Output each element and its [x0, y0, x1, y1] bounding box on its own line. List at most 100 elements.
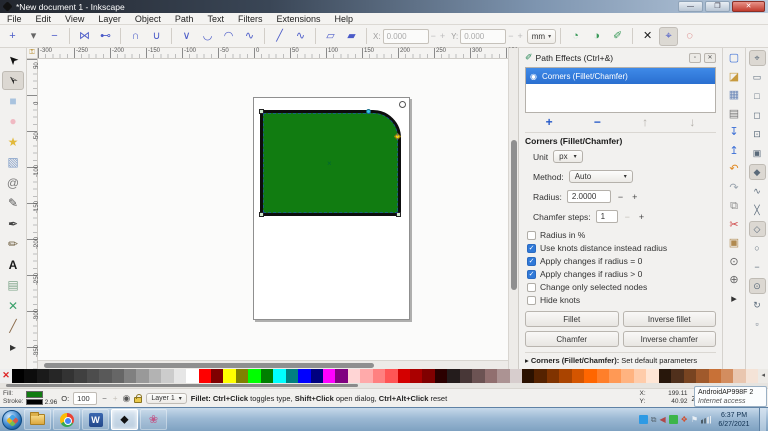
palette-swatch[interactable]: [199, 369, 211, 383]
palette-swatch[interactable]: [12, 369, 24, 383]
palette-swatch[interactable]: [485, 369, 497, 383]
copy-button[interactable]: ⧉: [725, 198, 743, 216]
taskbar-word-button[interactable]: W: [82, 409, 109, 430]
minimize-button[interactable]: —: [678, 1, 703, 12]
join-with-segment-button[interactable]: ∩: [126, 27, 145, 46]
title-bar[interactable]: *New document 1 - Inkscape — ❐ ✕: [0, 0, 768, 13]
break-nodes-button[interactable]: ⊷: [96, 27, 115, 46]
palette-swatch[interactable]: [634, 369, 646, 383]
text-tool-button[interactable]: A: [2, 255, 24, 275]
more-tools-button[interactable]: ▸: [2, 337, 24, 357]
edit-mask-button[interactable]: ◑: [587, 27, 606, 46]
palette-swatch[interactable]: [223, 369, 235, 383]
menu-path[interactable]: Path: [168, 13, 201, 25]
snap-bbox-corners-button[interactable]: ◻: [749, 107, 766, 123]
fillet-start-node[interactable]: [366, 109, 371, 114]
units-select[interactable]: mm ▾: [527, 29, 556, 44]
next-path-effect-parameter-button[interactable]: ✐: [608, 27, 627, 46]
snap-page-border-button[interactable]: ▫: [749, 316, 766, 332]
snap-path-intersections-button[interactable]: ╳: [749, 202, 766, 218]
move-effect-up-button[interactable]: ↑: [642, 115, 648, 129]
cut-button[interactable]: ✂: [725, 217, 743, 235]
pencil-tool-button[interactable]: ✎: [2, 194, 24, 214]
menu-text[interactable]: Text: [200, 13, 231, 25]
start-button[interactable]: [2, 410, 22, 430]
show-desktop-button[interactable]: [759, 408, 766, 431]
ruler-lock-icon[interactable]: ⚿: [27, 48, 38, 59]
filleted-rectangle[interactable]: ×: [260, 110, 401, 216]
palette-swatch[interactable]: [311, 369, 323, 383]
dropper-tool-button[interactable]: ╱: [2, 317, 24, 337]
panel-close-button[interactable]: ✕: [704, 53, 716, 63]
taskbar-explorer-button[interactable]: [24, 409, 51, 430]
horizontal-scrollbar-thumb[interactable]: [44, 363, 374, 368]
palette-swatch[interactable]: [398, 369, 410, 383]
chamfer-minus-button[interactable]: −: [623, 212, 632, 222]
taskbar-clock[interactable]: 6:37 PM 6/27/2021: [713, 411, 755, 429]
unit-select[interactable]: px ▾: [553, 150, 582, 163]
corner-node-top-left[interactable]: [259, 109, 264, 114]
snap-smooth-nodes-button[interactable]: ○: [749, 240, 766, 256]
paste-button[interactable]: ▣: [725, 235, 743, 253]
enable-snapping-button[interactable]: ⌖: [749, 50, 766, 66]
palette-swatch[interactable]: [62, 369, 74, 383]
taskbar-inkscape-button[interactable]: ⬥: [111, 409, 138, 430]
radius-input[interactable]: 2.0000: [567, 190, 611, 203]
palette-swatch[interactable]: [186, 369, 198, 383]
tray-office-icon[interactable]: ❖: [681, 416, 688, 424]
snap-paths-button[interactable]: ∿: [749, 183, 766, 199]
palette-swatch[interactable]: [261, 369, 273, 383]
palette-swatch[interactable]: [335, 369, 347, 383]
palette-swatch[interactable]: [236, 369, 248, 383]
remove-effect-button[interactable]: −: [594, 115, 601, 129]
palette-swatch[interactable]: [435, 369, 447, 383]
hide-knots-checkbox[interactable]: [527, 296, 536, 305]
palette-swatch[interactable]: [447, 369, 459, 383]
menu-file[interactable]: File: [0, 13, 29, 25]
palette-swatch[interactable]: [510, 369, 522, 383]
chamfer-steps-input[interactable]: 1: [596, 210, 618, 223]
palette-swatch[interactable]: [746, 369, 758, 383]
x-coordinate-input[interactable]: 0.000: [383, 29, 429, 44]
y-minus-button[interactable]: −: [506, 31, 515, 41]
palette-swatch[interactable]: [174, 369, 186, 383]
effect-visibility-icon[interactable]: ◉: [530, 72, 537, 81]
snap-line-midpoints-button[interactable]: −: [749, 259, 766, 275]
palette-swatch[interactable]: [112, 369, 124, 383]
palette-swatch[interactable]: [547, 369, 559, 383]
snap-bbox-centers-button[interactable]: ▣: [749, 145, 766, 161]
fillet-button[interactable]: Fillet: [525, 311, 619, 327]
palette-scroll-left-button[interactable]: ◂: [758, 369, 768, 383]
save-document-button[interactable]: ▦: [725, 87, 743, 105]
palette-swatch[interactable]: [373, 369, 385, 383]
move-effect-down-button[interactable]: ↓: [689, 115, 695, 129]
palette-swatch[interactable]: [161, 369, 173, 383]
menu-view[interactable]: View: [58, 13, 91, 25]
menu-edit[interactable]: Edit: [29, 13, 59, 25]
palette-swatch[interactable]: [37, 369, 49, 383]
panel-collapse-button[interactable]: ▫: [689, 53, 701, 63]
restore-button[interactable]: ❐: [705, 1, 730, 12]
palette-swatch[interactable]: [410, 369, 422, 383]
palette-swatch[interactable]: [497, 369, 509, 383]
open-document-button[interactable]: ◪: [725, 69, 743, 87]
x-minus-button[interactable]: −: [429, 31, 438, 41]
menu-extensions[interactable]: Extensions: [269, 13, 327, 25]
palette-swatch[interactable]: [422, 369, 434, 383]
zoom-drawing-button[interactable]: ⊙: [725, 254, 743, 272]
palette-swatch[interactable]: [460, 369, 472, 383]
fillet-end-node[interactable]: [394, 133, 401, 140]
palette-swatch[interactable]: [298, 369, 310, 383]
vertical-ruler[interactable]: 500-50-100-150-200-250-300-350: [27, 59, 38, 369]
palette-swatch[interactable]: [684, 369, 696, 383]
menu-layer[interactable]: Layer: [91, 13, 128, 25]
horizontal-scrollbar[interactable]: [38, 360, 508, 369]
palette-swatch[interactable]: [385, 369, 397, 383]
insert-node-options-button[interactable]: ▾: [24, 27, 43, 46]
zoom-page-button[interactable]: ⊕: [725, 272, 743, 290]
palette-swatch[interactable]: [572, 369, 584, 383]
change-only-selected-nodes-checkbox[interactable]: [527, 283, 536, 292]
palette-swatch[interactable]: [696, 369, 708, 383]
delete-segment-button[interactable]: ∪: [147, 27, 166, 46]
menu-filters[interactable]: Filters: [231, 13, 270, 25]
